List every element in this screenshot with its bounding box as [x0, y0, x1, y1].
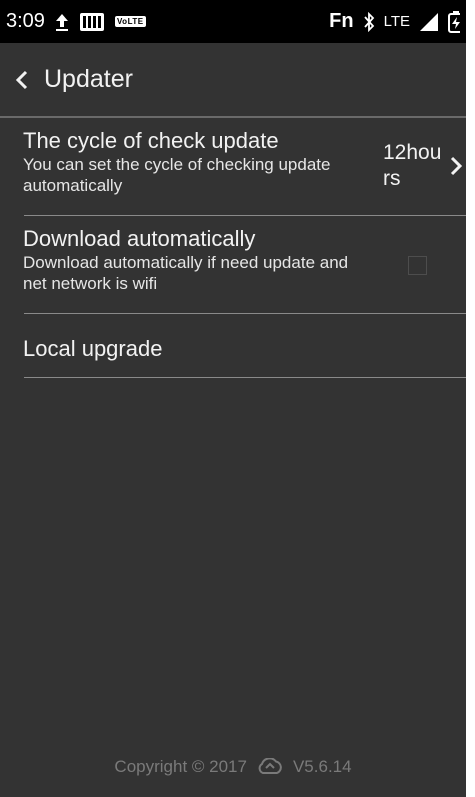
status-time: 3:09	[6, 10, 45, 32]
cloud-sync-icon	[255, 758, 285, 776]
setting-check-cycle-text: The cycle of check update You can set th…	[23, 128, 353, 196]
download-automatically-checkbox[interactable]	[408, 256, 427, 275]
check-cycle-value: 12hours	[383, 141, 442, 190]
setting-download-automatically[interactable]: Download automatically Download automati…	[0, 216, 466, 314]
setting-download-text: Download automatically Download automati…	[23, 226, 353, 294]
setting-local-upgrade[interactable]: Local upgrade	[0, 314, 466, 378]
settings-list: The cycle of check update You can set th…	[0, 118, 466, 378]
setting-check-cycle-summary: You can set the cycle of checking update…	[23, 155, 331, 195]
fn-indicator: Fn	[329, 10, 354, 32]
battery-charging-icon	[448, 10, 460, 33]
page-title: Updater	[44, 65, 133, 93]
signal-icon	[419, 12, 439, 32]
version-text: V5.6.14	[292, 757, 352, 776]
footer: Copyright © 2017 V5.6.14	[0, 757, 466, 777]
chevron-right-icon	[448, 154, 464, 178]
screen: 3:09 VoLTE Fn LTE Updater The cycle of c…	[0, 0, 466, 797]
copyright-text: Copyright © 2017	[114, 757, 247, 776]
setting-download-summary: Download automatically if need update an…	[23, 253, 349, 293]
volte-badge: VoLTE	[114, 16, 146, 27]
setting-local-upgrade-title: Local upgrade	[23, 336, 163, 361]
status-left: 3:09 VoLTE	[6, 10, 146, 33]
status-right: Fn LTE	[329, 10, 460, 33]
setting-download-title: Download automatically	[23, 226, 256, 251]
row-divider	[24, 377, 466, 378]
network-type: LTE	[383, 13, 410, 30]
back-arrow-icon[interactable]	[12, 66, 40, 94]
app-bar: Updater	[0, 43, 466, 116]
setting-check-cycle[interactable]: The cycle of check update You can set th…	[0, 118, 466, 216]
sim-card-icon	[79, 12, 105, 32]
upload-icon	[55, 12, 69, 32]
bluetooth-icon	[363, 11, 375, 32]
setting-check-cycle-title: The cycle of check update	[23, 128, 279, 153]
status-bar: 3:09 VoLTE Fn LTE	[0, 0, 466, 43]
